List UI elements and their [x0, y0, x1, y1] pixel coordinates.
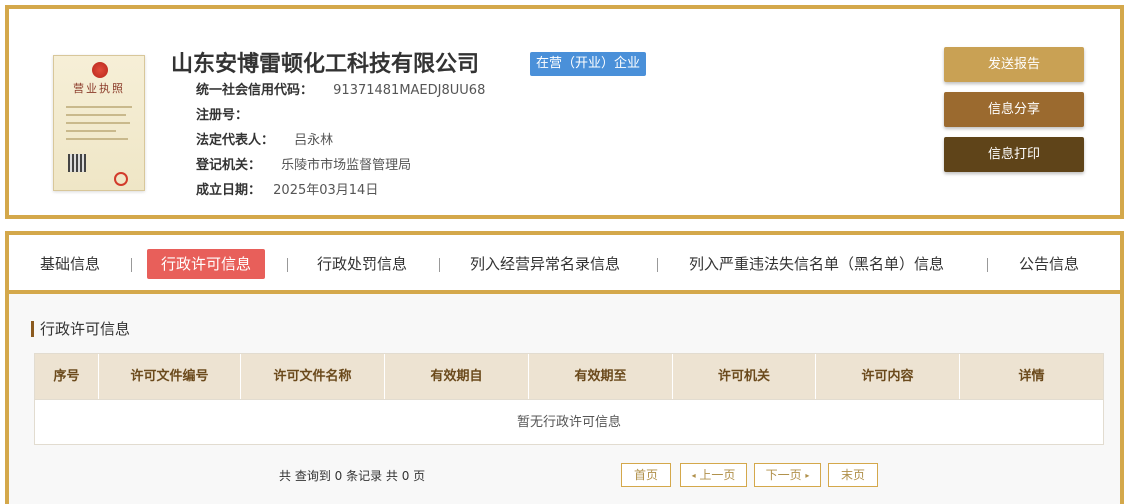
share-button[interactable]: 信息分享: [944, 92, 1084, 127]
column-header: 许可机关: [673, 354, 816, 399]
license-table: 序号 许可文件编号 许可文件名称 有效期自 有效期至 许可机关 许可内容 详情 …: [34, 353, 1104, 445]
info-credit-code: 统一社会信用代码： 91371481MAEDJ8UU68: [196, 83, 486, 98]
tab-bar: 基础信息 行政许可信息 行政处罚信息 列入经营异常名录信息 列入严重违法失信名单…: [9, 235, 1120, 294]
caret-left-icon: ◂: [691, 470, 696, 480]
table-header: 序号 许可文件编号 许可文件名称 有效期自 有效期至 许可机关 许可内容 详情: [35, 354, 1103, 399]
info-registration-number: 注册号：: [196, 108, 249, 123]
seal-icon: [114, 172, 128, 186]
last-page-button[interactable]: 末页: [828, 463, 878, 487]
business-license-image: 营业执照: [53, 55, 145, 191]
caret-right-icon: ▸: [805, 470, 810, 480]
column-header: 有效期自: [385, 354, 529, 399]
tab-blacklist[interactable]: 列入严重违法失信名单（黑名单）信息: [689, 249, 944, 279]
qr-code-icon: [68, 154, 86, 172]
print-button[interactable]: 信息打印: [944, 137, 1084, 172]
column-header: 序号: [35, 354, 99, 399]
column-header: 许可内容: [816, 354, 960, 399]
column-header: 详情: [1018, 369, 1045, 384]
tab-announcements[interactable]: 公告信息: [1019, 249, 1079, 279]
tab-basic-info[interactable]: 基础信息: [40, 249, 100, 279]
first-page-button[interactable]: 首页: [621, 463, 671, 487]
info-legal-representative: 法定代表人： 吕永林: [196, 133, 334, 148]
tab-administrative-penalty[interactable]: 行政处罚信息: [317, 249, 407, 279]
section-title: 行政许可信息: [31, 321, 130, 337]
send-report-button[interactable]: 发送报告: [944, 47, 1084, 82]
column-header: 许可文件名称: [241, 354, 385, 399]
details-panel: 基础信息 行政许可信息 行政处罚信息 列入经营异常名录信息 列入严重违法失信名单…: [5, 231, 1124, 504]
status-badge: 在营（开业）企业: [530, 52, 647, 76]
pagination-summary: 共 查询到 0 条记录 共 0 页: [279, 469, 426, 483]
tab-administrative-license[interactable]: 行政许可信息: [147, 249, 266, 279]
empty-message: 暂无行政许可信息: [35, 399, 1103, 444]
national-emblem-icon: [92, 62, 108, 78]
tab-abnormal-operation[interactable]: 列入经营异常名录信息: [470, 249, 620, 279]
license-title: 营业执照: [73, 82, 125, 95]
info-establishment-date: 成立日期： 2025年03月14日: [196, 183, 379, 198]
company-card: 营业执照 山东安博雷顿化工科技有限公司 在营（开业）企业 统一社会信用代码： 9…: [5, 5, 1124, 219]
next-page-button[interactable]: 下一页 ▸: [754, 463, 821, 487]
column-header: 许可文件编号: [99, 354, 241, 399]
column-header: 有效期至: [529, 354, 673, 399]
prev-page-button[interactable]: ◂ 上一页: [680, 463, 747, 487]
info-registration-authority: 登记机关： 乐陵市市场监督管理局: [196, 158, 412, 173]
company-name: 山东安博雷顿化工科技有限公司: [171, 52, 480, 77]
